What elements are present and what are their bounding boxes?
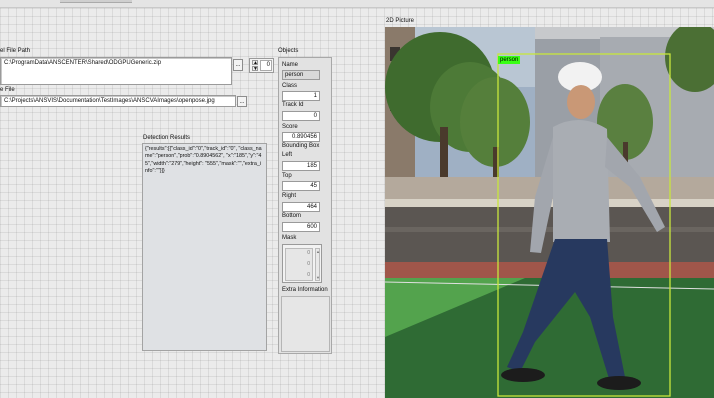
detection-results-label: Detection Results <box>143 135 191 141</box>
image-file-label: e File <box>0 87 15 93</box>
mask-value: 0 <box>307 261 310 267</box>
top-panel-bar <box>0 0 714 8</box>
numeric-value[interactable]: 0 <box>260 60 272 71</box>
bounding-box-label: Bounding Box <box>282 143 320 149</box>
image-browse-button[interactable]: ... <box>237 96 247 107</box>
increment-arrow-icon[interactable]: ▲ <box>252 60 258 66</box>
class-field[interactable]: 1 <box>282 91 320 101</box>
picture-label: 2D Picture <box>386 18 415 24</box>
decrement-arrow-icon[interactable]: ▼ <box>252 66 258 72</box>
tab-strip <box>60 0 132 3</box>
class-label: Class <box>282 83 298 89</box>
score-field[interactable]: 0.890456 <box>282 132 320 142</box>
left-field[interactable]: 185 <box>282 161 320 171</box>
mask-label: Mask <box>282 235 297 241</box>
top-field[interactable]: 45 <box>282 181 320 191</box>
picture-display: person <box>385 27 714 398</box>
track-id-field[interactable]: 0 <box>282 111 320 121</box>
right-field[interactable]: 464 <box>282 202 320 212</box>
right-label: Right <box>282 193 297 199</box>
numeric-control[interactable]: ▲ ▼ 0 <box>249 58 274 73</box>
name-field[interactable]: person <box>282 70 320 80</box>
detection-results-textarea[interactable]: {"results":[{"class_id":"0","track_id":"… <box>142 143 267 351</box>
mask-value: 0 <box>307 250 310 256</box>
model-file-path-input[interactable]: C:\ProgramData\ANSCENTER\Shared\ODGPUGen… <box>0 57 232 85</box>
scroll-down-icon[interactable]: ▼ <box>316 275 320 280</box>
model-browse-button[interactable]: ... <box>233 59 243 71</box>
objects-label: Objects <box>278 48 299 54</box>
scroll-up-icon[interactable]: ▲ <box>316 249 320 254</box>
bottom-field[interactable]: 600 <box>282 222 320 232</box>
mask-scrollbar[interactable]: ▲ ▼ <box>315 248 320 281</box>
mask-values: 0 0 0 <box>285 248 313 281</box>
model-file-path-label: el File Path <box>0 48 31 54</box>
mask-value: 0 <box>307 272 310 278</box>
extra-information-label: Extra Information <box>282 287 328 293</box>
objects-panel: Name person Class 1 Track Id 0 Score 0.8… <box>278 57 332 354</box>
scene-image <box>385 27 714 398</box>
top-label: Top <box>282 173 292 179</box>
track-id-label: Track Id <box>282 102 304 108</box>
left-label: Left <box>282 152 293 158</box>
bottom-label: Bottom <box>282 213 302 219</box>
score-label: Score <box>282 124 298 130</box>
detection-tag: person <box>498 56 521 64</box>
extra-information-field[interactable] <box>281 296 330 352</box>
name-label: Name <box>282 62 299 68</box>
mask-array[interactable]: 0 0 0 ▲ ▼ <box>282 244 322 283</box>
image-file-input[interactable]: C:\Projects\ANSVIS\Documentation\TestIma… <box>0 95 236 107</box>
